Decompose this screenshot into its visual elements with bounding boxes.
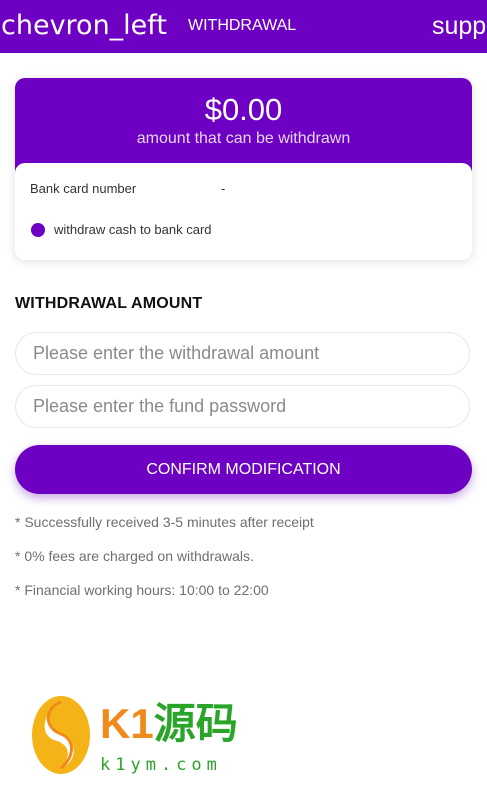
bank-card-value: - bbox=[221, 181, 226, 196]
fund-password-input[interactable] bbox=[15, 385, 470, 428]
chevron-left-icon[interactable]: chevron_left bbox=[1, 9, 167, 42]
note-working-hours: * Financial working hours: 10:00 to 22:0… bbox=[15, 582, 269, 598]
app-header: chevron_left WITHDRAWAL supp bbox=[0, 0, 487, 53]
note-fees: * 0% fees are charged on withdrawals. bbox=[15, 548, 254, 564]
support-link[interactable]: supp bbox=[432, 11, 486, 41]
section-title: WITHDRAWAL AMOUNT bbox=[15, 295, 203, 312]
withdrawal-amount-input[interactable] bbox=[15, 332, 470, 375]
watermark-brand-cn: 源码 bbox=[153, 700, 238, 747]
watermark-brand: K1源码 bbox=[100, 700, 238, 748]
watermark-url: k1ym.com bbox=[100, 755, 222, 775]
page-title: WITHDRAWAL bbox=[188, 17, 297, 34]
withdraw-method-label[interactable]: withdraw cash to bank card bbox=[54, 222, 212, 238]
watermark-brand-k1: K1 bbox=[100, 700, 154, 747]
bank-details: Bank card number - withdraw cash to bank… bbox=[15, 163, 472, 260]
bank-card-label: Bank card number bbox=[30, 181, 137, 196]
balance-card: $0.00 amount that can be withdrawn Bank … bbox=[15, 78, 472, 260]
balance-amount: $0.00 bbox=[204, 92, 283, 127]
note-arrival-time: * Successfully received 3-5 minutes afte… bbox=[15, 514, 314, 530]
balance-summary: $0.00 amount that can be withdrawn bbox=[15, 78, 472, 173]
watermark-logo-icon bbox=[32, 696, 90, 774]
radio-selected-icon[interactable] bbox=[31, 223, 45, 237]
confirm-button[interactable]: CONFIRM MODIFICATION bbox=[15, 445, 472, 494]
balance-caption: amount that can be withdrawn bbox=[136, 130, 351, 147]
